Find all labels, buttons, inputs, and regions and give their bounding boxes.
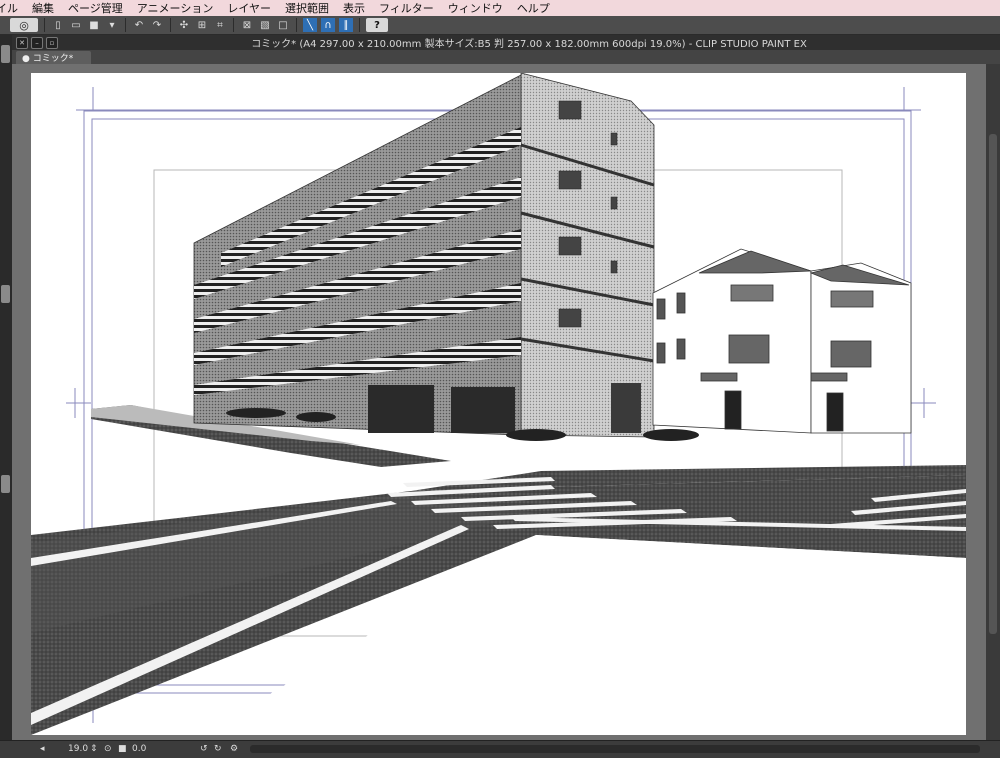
ruler-icon[interactable]: ╲: [303, 18, 317, 32]
document-tab-bar: ● コミック*: [12, 50, 1000, 64]
help-icon[interactable]: ?: [366, 18, 388, 32]
manga-background-illustration: [31, 73, 966, 735]
rotation-value[interactable]: 0.0: [132, 743, 146, 755]
separator: [170, 18, 171, 32]
document-title-bar: ✕ – ▫ コミック* (A4 297.00 x 210.00mm 製本サイズ:…: [12, 35, 1000, 50]
houses: [652, 248, 912, 434]
zoom-value[interactable]: 19.0: [68, 743, 88, 755]
separator: [359, 18, 360, 32]
command-bar: ◎ ▯ ▭ ■ ▾ ↶ ↷ ✣ ⊞ ⌗ ⊠ ▧ □ ╲ ∩ ∥ ?: [0, 16, 1000, 35]
vertical-scrollbar[interactable]: [986, 64, 1000, 740]
select-icon[interactable]: ⊞: [195, 18, 209, 32]
maximize-icon[interactable]: ▫: [46, 36, 58, 49]
save-menu-icon[interactable]: ▾: [105, 18, 119, 32]
save-icon[interactable]: ■: [87, 18, 101, 32]
snap-special-icon[interactable]: ∥: [339, 18, 353, 32]
fit-icon[interactable]: ⌗: [213, 18, 227, 32]
status-bar: ◂ 19.0 ⇕ ⊙ ■ 0.0 ↺ ↻ ⚙: [0, 740, 1000, 758]
clip-studio-logo-icon[interactable]: ◎: [10, 18, 38, 32]
horizontal-scrollbar[interactable]: [250, 745, 980, 753]
panel-handle[interactable]: [1, 45, 10, 63]
erase-icon[interactable]: □: [276, 18, 290, 32]
close-icon[interactable]: ✕: [16, 36, 28, 49]
fill-icon[interactable]: ▧: [258, 18, 272, 32]
undo-icon[interactable]: ↶: [132, 18, 146, 32]
panel-handle[interactable]: [1, 475, 10, 493]
open-folder-icon[interactable]: ▭: [69, 18, 83, 32]
rotate-reset-icon[interactable]: ■: [118, 743, 127, 755]
separator: [296, 18, 297, 32]
menu-window[interactable]: ウィンドウ: [441, 0, 510, 16]
menu-page[interactable]: ページ管理: [61, 0, 130, 16]
vertical-scrollbar-thumb[interactable]: [989, 134, 997, 634]
settings-gear-icon[interactable]: ⚙: [230, 743, 238, 755]
minimize-icon[interactable]: –: [31, 36, 43, 49]
menu-layer[interactable]: レイヤー: [220, 0, 278, 16]
clear-icon[interactable]: ⊠: [240, 18, 254, 32]
menu-selection[interactable]: 選択範囲: [278, 0, 336, 16]
menu-view[interactable]: 表示: [336, 0, 372, 16]
menu-animation[interactable]: アニメーション: [130, 0, 221, 16]
menu-file[interactable]: イル: [0, 0, 25, 16]
apartment-building: [193, 73, 655, 438]
fit-view-icon[interactable]: ⊙: [104, 743, 112, 755]
separator: [44, 18, 45, 32]
panel-handle[interactable]: [1, 285, 10, 303]
zoom-out-icon[interactable]: ◂: [40, 743, 45, 755]
document-tab[interactable]: ● コミック*: [16, 51, 92, 64]
menu-edit[interactable]: 編集: [25, 0, 61, 16]
menu-help[interactable]: ヘルプ: [510, 0, 557, 16]
separator: [125, 18, 126, 32]
separator: [233, 18, 234, 32]
transform-icon[interactable]: ✣: [177, 18, 191, 32]
snap-icon[interactable]: ∩: [321, 18, 335, 32]
left-panel-strip: [0, 35, 12, 757]
menu-bar: イル 編集 ページ管理 アニメーション レイヤー 選択範囲 表示 フィルター ウ…: [0, 0, 1000, 16]
zoom-stepper-icon[interactable]: ⇕: [90, 743, 98, 755]
redo-icon[interactable]: ↷: [150, 18, 164, 32]
rotate-left-icon[interactable]: ↺: [200, 743, 208, 755]
rotate-right-icon[interactable]: ↻: [214, 743, 222, 755]
canvas-page[interactable]: [31, 73, 966, 735]
document-title: コミック* (A4 297.00 x 210.00mm 製本サイズ:B5 判 2…: [251, 39, 807, 50]
new-file-icon[interactable]: ▯: [51, 18, 65, 32]
menu-filter[interactable]: フィルター: [372, 0, 441, 16]
